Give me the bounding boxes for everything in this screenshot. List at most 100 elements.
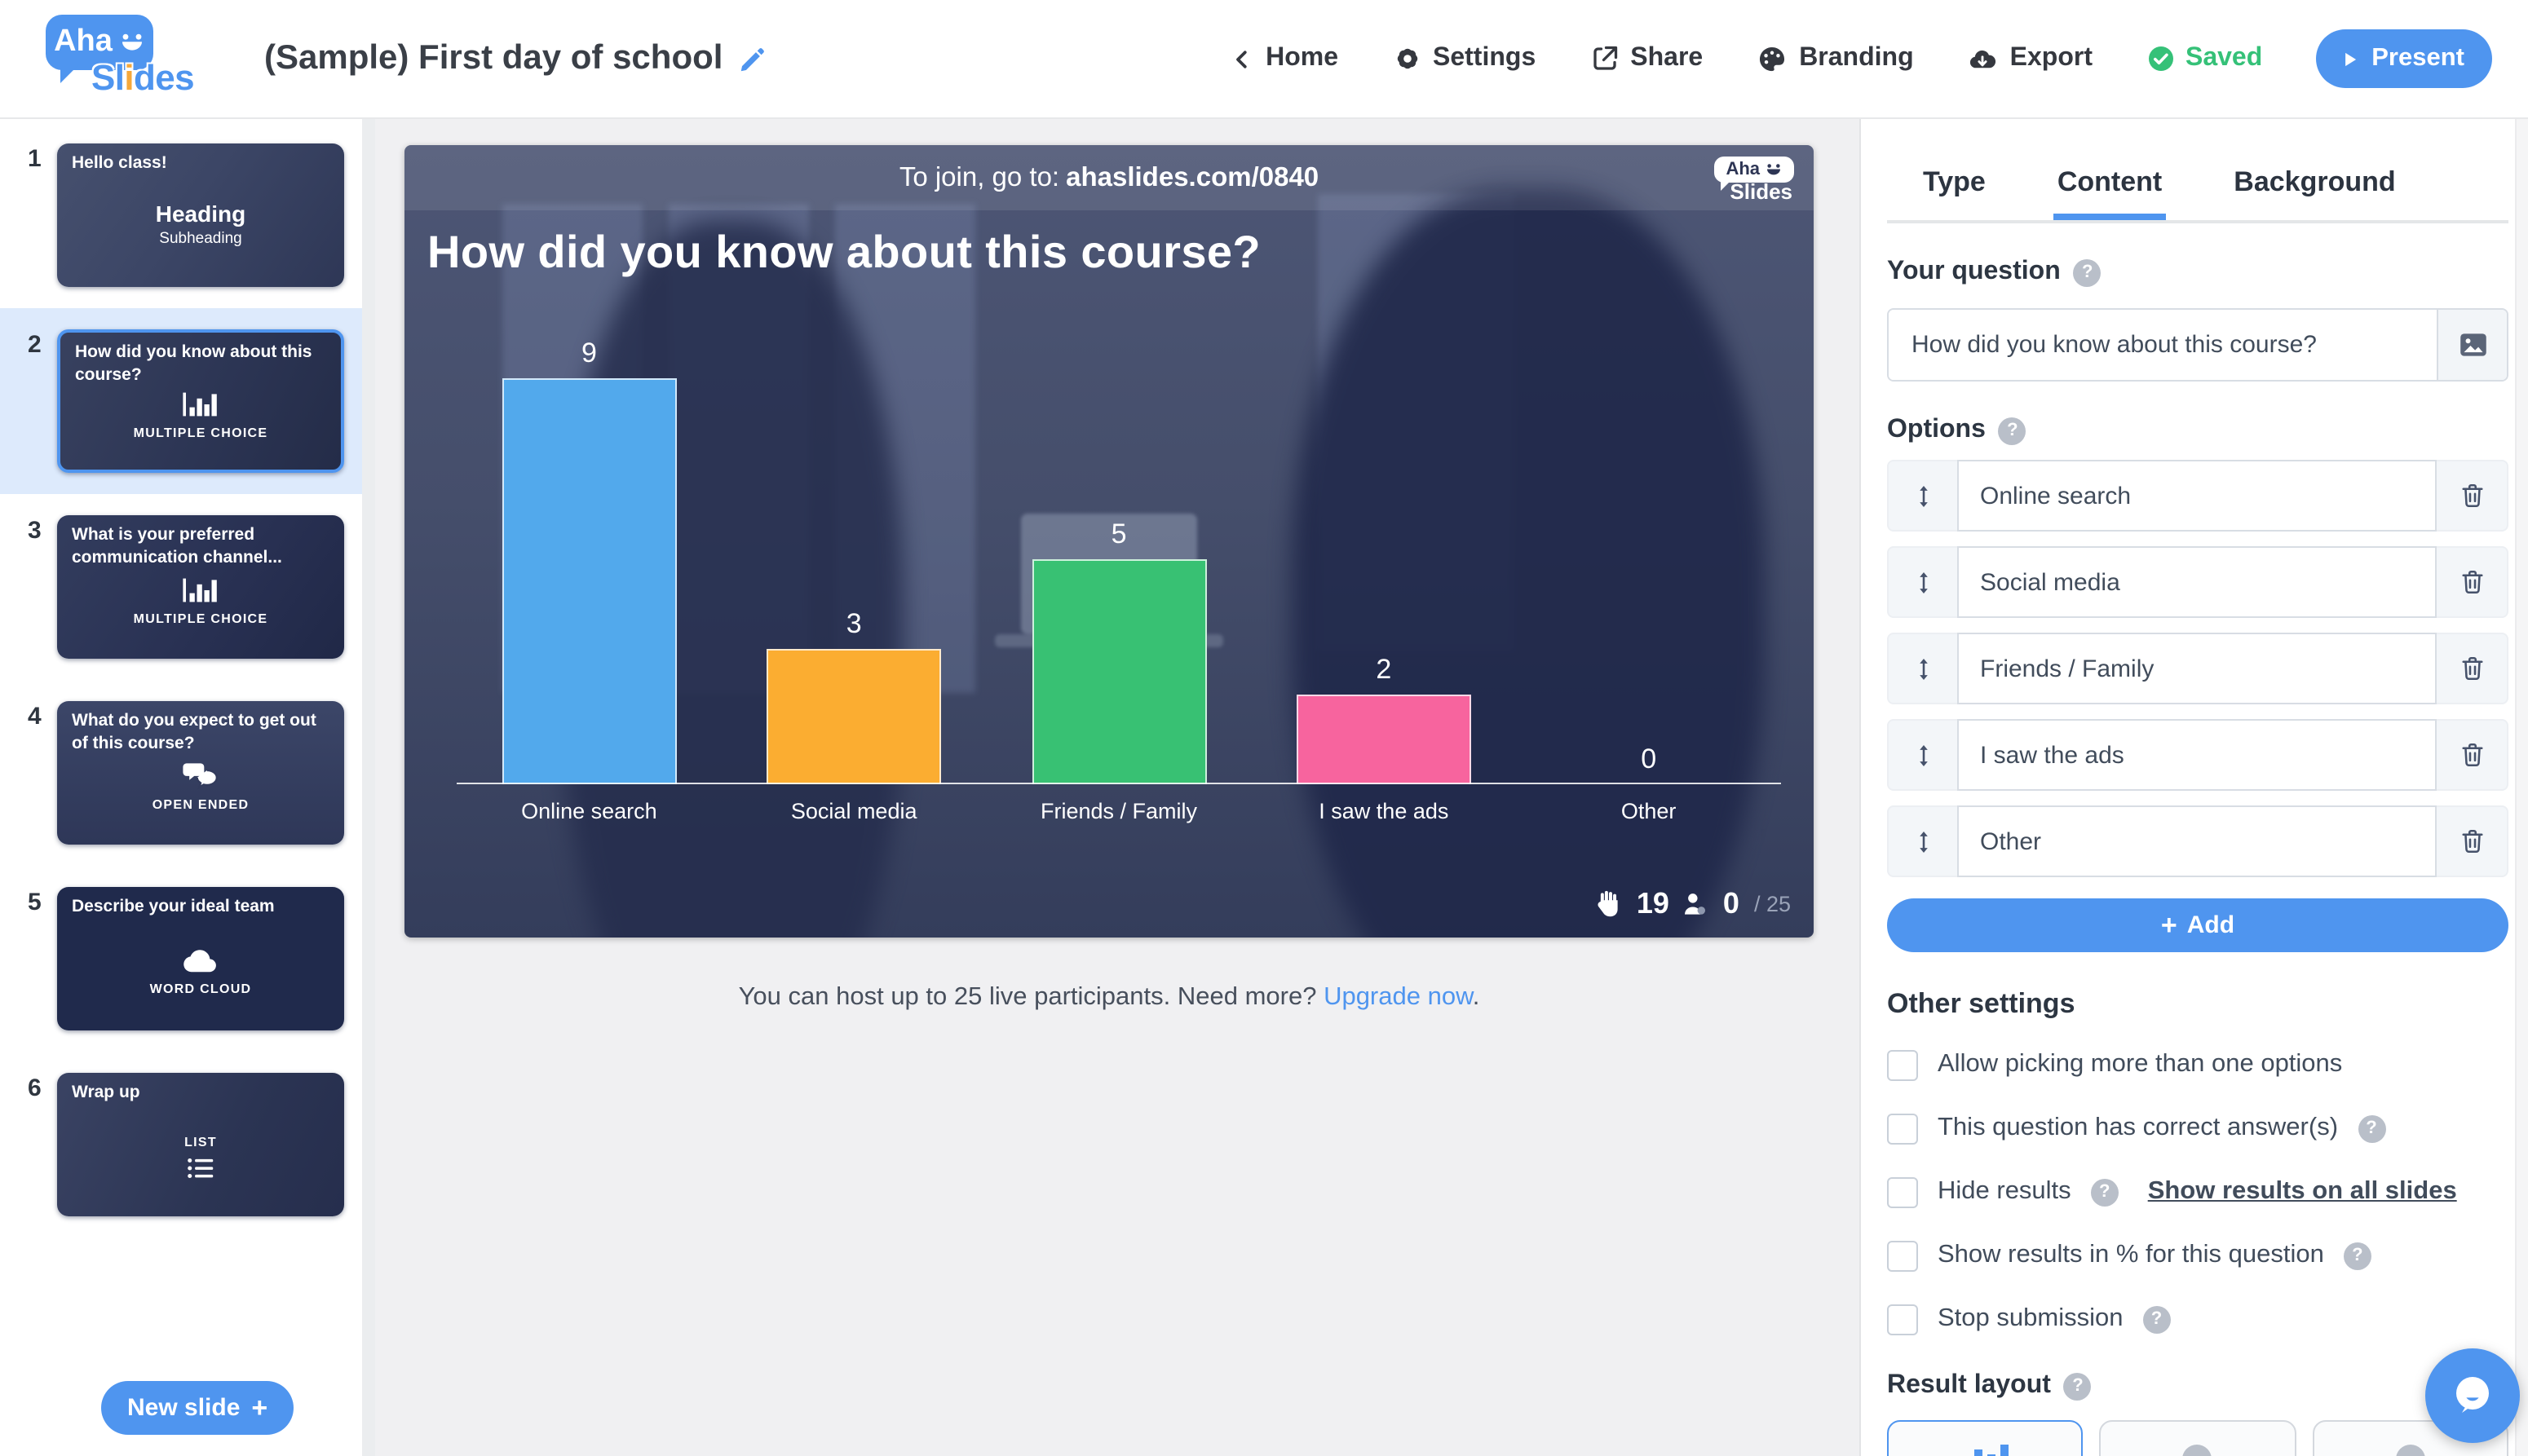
nav-settings-label: Settings — [1433, 44, 1536, 73]
saved-label: Saved — [2185, 44, 2262, 73]
bar-social-media — [767, 649, 941, 784]
bar-value-label: 2 — [1376, 653, 1391, 686]
panel-tabs: Type Content Background — [1887, 119, 2508, 223]
support-chat-button[interactable] — [2425, 1348, 2520, 1443]
slide-thumbnail-1[interactable]: Hello class! Heading Subheading — [57, 143, 344, 287]
edit-title-pencil-icon[interactable] — [737, 43, 768, 74]
plus-icon: + — [2161, 911, 2177, 939]
thumb-type-label: LIST — [184, 1135, 217, 1149]
logo-slides-text: Slides — [91, 57, 194, 99]
new-slide-button[interactable]: New slide + — [101, 1381, 294, 1435]
trash-icon — [2457, 740, 2486, 770]
delete-option-button[interactable] — [2437, 567, 2507, 597]
help-icon[interactable]: ? — [2064, 1372, 2092, 1400]
present-button[interactable]: Present — [2316, 29, 2492, 88]
checkbox[interactable] — [1887, 1049, 1918, 1080]
delete-option-button[interactable] — [2437, 740, 2507, 770]
layout-option-bars[interactable] — [1887, 1420, 2084, 1456]
nav-settings[interactable]: Settings — [1392, 44, 1536, 73]
checkbox[interactable] — [1887, 1176, 1918, 1207]
drag-handle-icon[interactable] — [1889, 568, 1957, 596]
slide-thumbnail-4[interactable]: What do you expect to get out of this co… — [57, 701, 344, 845]
setting-stop-submission: Stop submission ? — [1887, 1299, 2508, 1339]
thumb-type-label: WORD CLOUD — [150, 982, 252, 996]
nav-branding[interactable]: Branding — [1757, 43, 1913, 74]
nav-export[interactable]: Export — [1968, 43, 2093, 74]
list-icon — [185, 1156, 216, 1180]
watermark-bubble: Aha — [1714, 157, 1794, 183]
drag-handle-icon[interactable] — [1889, 482, 1957, 510]
tab-content[interactable]: Content — [2054, 119, 2165, 220]
presentation-title[interactable]: (Sample) First day of school — [264, 39, 723, 78]
bar-value-label: 5 — [1112, 518, 1127, 550]
add-option-button[interactable]: + Add — [1887, 898, 2508, 952]
setting-label: This question has correct answer(s) — [1938, 1114, 2338, 1143]
other-settings-heading: Other settings — [1887, 988, 2508, 1021]
slide-question-title: How did you know about this course? — [404, 210, 1814, 279]
cloud-download-icon — [1968, 43, 1999, 74]
slide-row-2-selected: 2 How did you know about this course? MU… — [0, 308, 375, 494]
slide-number: 4 — [0, 701, 57, 845]
participants-count: 0 — [1723, 887, 1739, 921]
option-input[interactable] — [1959, 655, 2435, 682]
slide-preview[interactable]: To join, go to: ahaslides.com/0840 Aha S… — [404, 145, 1814, 938]
bar-value-label: 3 — [846, 608, 862, 641]
chevron-left-icon — [1230, 46, 1254, 71]
slide-thumbnail-5[interactable]: Describe your ideal team WORD CLOUD — [57, 887, 344, 1030]
checkbox[interactable] — [1887, 1304, 1918, 1335]
app-logo[interactable]: Aha Slides — [33, 11, 215, 106]
slide-number: 2 — [0, 329, 57, 473]
question-input[interactable] — [1889, 310, 2437, 380]
chart-category-labels: Online search Social media Friends / Fam… — [457, 799, 1781, 823]
category-label: Online search — [457, 799, 722, 823]
logo-smiley-icon — [1765, 163, 1783, 176]
delete-option-button[interactable] — [2437, 654, 2507, 683]
options-label: Options — [1887, 416, 1986, 445]
trash-icon — [2457, 654, 2486, 683]
delete-option-button[interactable] — [2437, 827, 2507, 856]
pie-layout-icon — [2396, 1445, 2425, 1456]
question-input-row — [1887, 308, 2508, 382]
slide-list-sidebar: 1 Hello class! Heading Subheading 2 How … — [0, 119, 375, 1456]
drag-handle-icon[interactable] — [1889, 655, 1957, 682]
setting-correct-answers: This question has correct answer(s) ? — [1887, 1109, 2508, 1148]
logo-smiley-icon — [119, 33, 145, 52]
delete-option-button[interactable] — [2437, 481, 2507, 510]
chart-column: 0 — [1516, 331, 1781, 784]
limit-note-text: You can host up to 25 live participants.… — [739, 983, 1324, 1011]
check-circle-icon — [2146, 44, 2176, 73]
result-layout-heading: Result layout — [1887, 1371, 2051, 1401]
slide-thumbnail-6[interactable]: Wrap up LIST — [57, 1073, 344, 1216]
option-input[interactable] — [1959, 568, 2435, 596]
nav-share[interactable]: Share — [1589, 44, 1703, 73]
help-icon[interactable]: ? — [2142, 1305, 2170, 1333]
option-input[interactable] — [1959, 482, 2435, 510]
slide-number: 6 — [0, 1073, 57, 1216]
tab-type[interactable]: Type — [1920, 119, 1989, 220]
plus-icon: + — [251, 1394, 267, 1422]
help-icon[interactable]: ? — [2358, 1114, 2385, 1142]
slide-thumbnail-2[interactable]: How did you know about this course? MULT… — [57, 329, 344, 473]
option-input[interactable] — [1959, 827, 2435, 855]
question-image-button[interactable] — [2437, 310, 2507, 380]
upgrade-now-link[interactable]: Upgrade now — [1324, 983, 1473, 1011]
bar-chart-icon — [181, 575, 220, 604]
drag-handle-icon[interactable] — [1889, 827, 1957, 855]
slide-thumbnail-3[interactable]: What is your preferred communication cha… — [57, 515, 344, 659]
help-icon[interactable]: ? — [2091, 1178, 2119, 1206]
nav-share-label: Share — [1630, 44, 1703, 73]
new-slide-label: New slide — [127, 1394, 240, 1422]
thumb-subheading: Subheading — [159, 229, 241, 247]
checkbox[interactable] — [1887, 1240, 1918, 1271]
drag-handle-icon[interactable] — [1889, 741, 1957, 769]
layout-option-donut[interactable] — [2100, 1420, 2296, 1456]
show-results-all-slides-link[interactable]: Show results on all slides — [2148, 1177, 2457, 1207]
checkbox[interactable] — [1887, 1113, 1918, 1144]
tab-background[interactable]: Background — [2230, 119, 2398, 220]
nav-home[interactable]: Home — [1230, 44, 1338, 73]
bar-value-label: 0 — [1641, 743, 1656, 776]
help-icon[interactable]: ? — [1999, 417, 2026, 444]
help-icon[interactable]: ? — [2344, 1242, 2371, 1269]
help-icon[interactable]: ? — [2074, 258, 2102, 286]
option-input[interactable] — [1959, 741, 2435, 769]
